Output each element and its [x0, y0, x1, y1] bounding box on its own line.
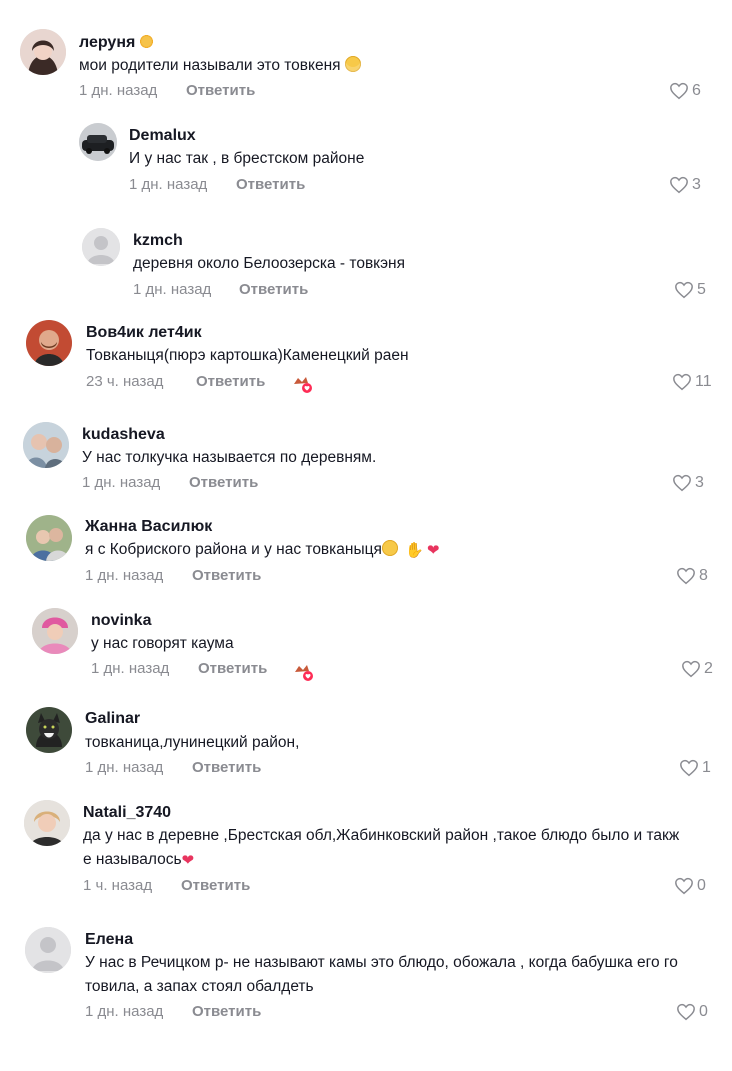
avatar[interactable]	[20, 29, 66, 75]
heart-icon	[673, 373, 691, 391]
comment-time: 1 ч. назад	[83, 877, 153, 894]
comment-time: 1 дн. назад	[85, 567, 164, 584]
comment-text: мои родители называли это товкеня	[79, 54, 699, 78]
avatar[interactable]	[79, 123, 117, 161]
like-count: 0	[699, 1003, 708, 1020]
comment-author[interactable]: kzmch	[133, 231, 183, 251]
comment-author[interactable]: Елена	[85, 930, 133, 950]
comment-author[interactable]: kudasheva	[82, 425, 165, 445]
comment-author[interactable]: Вов4ик лет4ик	[86, 323, 202, 343]
creator-liked-icon	[292, 374, 314, 394]
comment-author[interactable]: Demalux	[129, 126, 196, 146]
heart-icon	[675, 877, 693, 895]
like-button[interactable]: 5	[674, 280, 706, 300]
like-button[interactable]: 11	[672, 372, 712, 392]
comment-author[interactable]: Natali_3740	[83, 803, 171, 823]
like-count: 6	[692, 82, 701, 99]
heart-icon	[680, 759, 698, 777]
like-count: 2	[704, 660, 713, 677]
reply-button[interactable]: Ответить	[181, 876, 250, 896]
like-count: 3	[695, 474, 704, 491]
sun-emoji-icon	[139, 34, 155, 49]
reply-button[interactable]: Ответить	[189, 473, 258, 493]
heart-icon	[682, 660, 700, 678]
comment-text: И у нас так , в брестском районе	[129, 150, 365, 167]
avatar[interactable]	[24, 800, 70, 846]
heart-icon	[677, 567, 695, 585]
reply-button[interactable]: Ответить	[192, 758, 261, 778]
like-button[interactable]: 2	[681, 659, 713, 679]
reply-button[interactable]: Ответить	[196, 372, 265, 392]
avatar[interactable]	[82, 228, 120, 266]
like-button[interactable]: 0	[674, 876, 706, 896]
comment-time: 1 дн. назад	[91, 660, 170, 677]
comment-time: 1 дн. назад	[85, 1003, 164, 1020]
like-button[interactable]: 3	[672, 473, 704, 493]
comment-text: Товканыця(пюрэ картошка)Каменецкий раен	[86, 347, 409, 364]
heart-icon	[677, 1003, 695, 1021]
like-button[interactable]: 0	[676, 1002, 708, 1022]
reply-button[interactable]: Ответить	[186, 81, 255, 101]
grin-emoji-icon	[344, 56, 361, 72]
heart-icon	[675, 281, 693, 299]
thumbs-up-emoji-icon: ✋	[405, 542, 424, 559]
like-count: 1	[702, 759, 711, 776]
like-count: 11	[695, 373, 712, 390]
comment-text: у нас говорят каума	[91, 635, 234, 652]
like-count: 3	[692, 176, 701, 193]
reply-button[interactable]: Ответить	[192, 566, 261, 586]
avatar[interactable]	[32, 608, 78, 654]
avatar[interactable]	[23, 422, 69, 468]
reply-button[interactable]: Ответить	[192, 1002, 261, 1022]
comment-time: 1 дн. назад	[82, 474, 161, 491]
like-count: 5	[697, 281, 706, 298]
heart-icon	[673, 474, 691, 492]
comment-author[interactable]: леруня	[79, 33, 155, 53]
comment-time: 1 дн. назад	[79, 82, 158, 99]
comment-author[interactable]: Жанна Василюк	[85, 517, 212, 537]
laugh-emoji-icon	[381, 540, 398, 556]
like-button[interactable]: 6	[669, 81, 701, 101]
avatar[interactable]	[26, 707, 72, 753]
comment-text: деревня около Белоозерска - товкэня	[133, 255, 405, 272]
comment-text: да у нас в деревне ,Брестская обл,Жабинк…	[83, 827, 680, 869]
comment-author[interactable]: Galinar	[85, 709, 140, 729]
like-count: 0	[697, 877, 706, 894]
comment-time: 1 дн. назад	[133, 281, 212, 298]
heart-emoji-icon: ❤	[181, 852, 195, 869]
like-button[interactable]: 8	[676, 566, 708, 586]
comment-text: я с Кобриского района и у нас товканыця …	[85, 540, 440, 559]
comment-time: 23 ч. назад	[86, 373, 164, 390]
comment-text: товканица,лунинецкий район,	[85, 734, 300, 751]
avatar[interactable]	[25, 927, 71, 973]
like-button[interactable]: 3	[669, 175, 701, 195]
like-count: 8	[699, 567, 708, 584]
avatar[interactable]	[26, 515, 72, 561]
like-button[interactable]: 1	[679, 758, 711, 778]
reply-button[interactable]: Ответить	[239, 280, 308, 300]
heart-icon	[670, 82, 688, 100]
comment-time: 1 дн. назад	[129, 176, 208, 193]
reply-button[interactable]: Ответить	[198, 659, 267, 679]
comment-author[interactable]: novinka	[91, 611, 151, 631]
avatar[interactable]	[26, 320, 72, 366]
heart-icon	[670, 176, 688, 194]
reply-button[interactable]: Ответить	[236, 175, 305, 195]
comment-text: У нас толкучка называется по деревням.	[82, 449, 377, 466]
comment-time: 1 дн. назад	[85, 759, 164, 776]
heart-emoji-icon: ❤	[426, 542, 440, 559]
comment-text: У нас в Речицком р- не называют камы это…	[85, 954, 678, 995]
creator-liked-icon	[293, 662, 315, 682]
